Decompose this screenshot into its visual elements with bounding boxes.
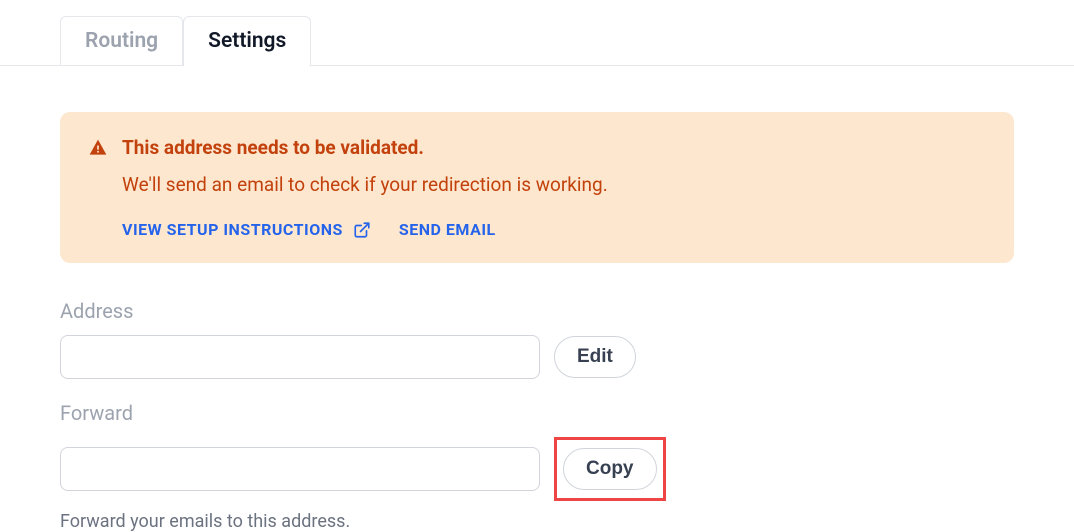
forward-label: Forward bbox=[60, 401, 1014, 425]
alert-title: This address needs to be validated. bbox=[122, 136, 424, 159]
address-field-group: Address Edit bbox=[60, 299, 1014, 379]
tabs-container: Routing Settings bbox=[0, 0, 1074, 66]
address-input[interactable] bbox=[60, 335, 540, 379]
edit-button[interactable]: Edit bbox=[554, 336, 636, 378]
view-instructions-link[interactable]: VIEW SETUP INSTRUCTIONS bbox=[122, 220, 371, 239]
validation-alert: This address needs to be validated. We'l… bbox=[60, 112, 1014, 263]
content: This address needs to be validated. We'l… bbox=[0, 66, 1074, 532]
view-instructions-label: VIEW SETUP INSTRUCTIONS bbox=[122, 220, 343, 239]
tab-routing[interactable]: Routing bbox=[60, 16, 183, 65]
forward-row: Copy bbox=[60, 437, 1014, 501]
warning-icon bbox=[88, 138, 108, 158]
external-link-icon bbox=[353, 221, 371, 239]
copy-highlight: Copy bbox=[554, 437, 666, 501]
forward-help-text: Forward your emails to this address. bbox=[60, 511, 1014, 532]
address-label: Address bbox=[60, 299, 1014, 323]
alert-header: This address needs to be validated. bbox=[88, 136, 986, 159]
forward-field-group: Forward Copy Forward your emails to this… bbox=[60, 401, 1014, 532]
forward-input[interactable] bbox=[60, 447, 540, 491]
tab-settings[interactable]: Settings bbox=[183, 16, 311, 65]
send-email-link[interactable]: SEND EMAIL bbox=[399, 220, 496, 239]
alert-body: We'll send an email to check if your red… bbox=[122, 173, 986, 196]
copy-button[interactable]: Copy bbox=[563, 448, 657, 490]
alert-actions: VIEW SETUP INSTRUCTIONS SEND EMAIL bbox=[122, 220, 986, 239]
address-row: Edit bbox=[60, 335, 1014, 379]
